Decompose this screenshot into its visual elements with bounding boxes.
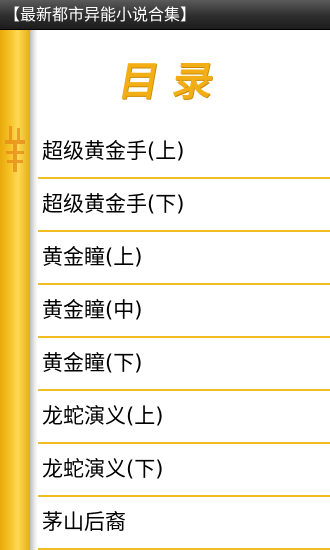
app-title-bar: 【最新都市异能小说合集】	[0, 0, 330, 30]
toc-item[interactable]: 超级黄金手(上)	[38, 126, 330, 179]
toc-item[interactable]: 超级黄金手(下)	[38, 179, 330, 232]
seal-ornament-icon	[5, 126, 25, 172]
toc-item[interactable]: 龙蛇演义(下)	[38, 444, 330, 497]
toc-item[interactable]: 茅山后裔	[38, 497, 330, 550]
app-title: 【最新都市异能小说合集】	[4, 5, 197, 24]
spine-shadow	[30, 30, 38, 550]
toc-item[interactable]: 龙蛇演义(上)	[38, 391, 330, 444]
toc-list: 超级黄金手(上) 超级黄金手(下) 黄金瞳(上) 黄金瞳(中) 黄金瞳(下) 龙…	[38, 126, 330, 550]
book-spine	[0, 30, 30, 550]
toc-item[interactable]: 黄金瞳(上)	[38, 232, 330, 285]
toc-title: 目录	[114, 58, 232, 105]
toc-item[interactable]: 黄金瞳(下)	[38, 338, 330, 391]
toc-header: 目录	[38, 30, 330, 126]
toc-item[interactable]: 黄金瞳(中)	[38, 285, 330, 338]
